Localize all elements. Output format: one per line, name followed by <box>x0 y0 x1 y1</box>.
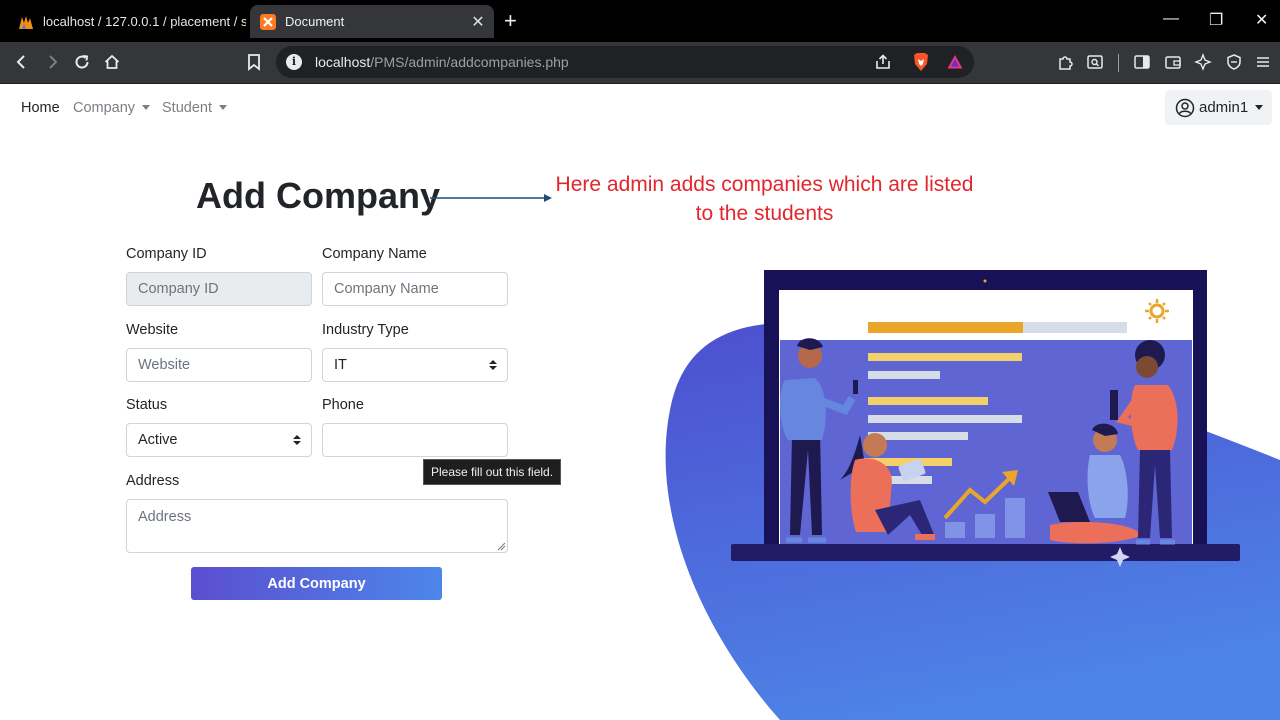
nav-company-dropdown[interactable]: Company <box>73 100 151 116</box>
nav-company-label: Company <box>73 100 136 116</box>
company-name-label: Company Name <box>322 246 427 262</box>
address-bar[interactable]: i localhost/PMS/admin/addcompanies.php <box>276 46 974 78</box>
brave-shields-icon[interactable] <box>912 52 930 77</box>
bookmark-icon[interactable] <box>242 50 266 74</box>
select-arrows-icon <box>489 360 497 370</box>
team-analytics-illustration <box>665 270 1280 720</box>
extensions-icon[interactable] <box>1054 50 1078 74</box>
company-id-label: Company ID <box>126 246 207 262</box>
forward-icon[interactable] <box>40 50 64 74</box>
leo-ai-icon[interactable] <box>1191 50 1215 74</box>
minimize-icon[interactable]: — <box>1163 10 1179 28</box>
url-text: localhost/PMS/admin/addcompanies.php <box>315 54 569 70</box>
tab-phpmyadmin[interactable]: localhost / 127.0.0.1 / placement / stu <box>8 5 246 38</box>
status-value: Active <box>138 432 178 448</box>
phone-label: Phone <box>322 397 364 413</box>
new-tab-icon[interactable]: + <box>504 9 517 33</box>
close-tab-icon[interactable]: ✕ <box>468 12 488 32</box>
brave-rewards-icon[interactable] <box>946 53 964 76</box>
select-arrows-icon <box>293 435 301 445</box>
nav-home-link[interactable]: Home <box>21 100 60 116</box>
tab-search-icon[interactable] <box>1083 50 1107 74</box>
home-icon[interactable] <box>100 50 124 74</box>
status-label: Status <box>126 397 168 413</box>
caret-down-icon <box>142 105 151 110</box>
back-icon[interactable] <box>10 50 34 74</box>
xampp-favicon-icon <box>260 13 276 30</box>
phpmyadmin-favicon-icon <box>19 15 33 29</box>
laptop-base <box>731 544 1240 561</box>
sidebar-icon[interactable] <box>1130 50 1154 74</box>
company-name-input[interactable] <box>322 272 508 306</box>
toolbar-divider <box>1118 54 1119 72</box>
tab-title: Document <box>285 14 345 29</box>
annotation-text: Here admin adds companies which are list… <box>555 173 974 225</box>
wallet-icon[interactable] <box>1161 50 1185 74</box>
menu-icon[interactable] <box>1251 50 1275 74</box>
browser-tab-strip: localhost / 127.0.0.1 / placement / stu … <box>0 0 1280 42</box>
validation-tooltip: Please fill out this field. <box>423 459 562 485</box>
website-input[interactable] <box>126 348 312 382</box>
nav-student-dropdown[interactable]: Student <box>162 100 227 116</box>
vpn-icon[interactable] <box>1222 50 1246 74</box>
annotation-arrow-icon <box>430 194 552 202</box>
address-label: Address <box>126 473 180 489</box>
nav-student-label: Student <box>162 100 212 116</box>
industry-type-value: IT <box>334 357 347 373</box>
close-window-icon[interactable]: ✕ <box>1255 10 1268 30</box>
address-textarea[interactable] <box>126 499 508 553</box>
caret-down-icon <box>219 105 227 110</box>
company-id-input[interactable] <box>126 272 312 306</box>
restore-icon[interactable]: ❐ <box>1209 10 1223 30</box>
user-circle-icon <box>1175 98 1195 117</box>
phone-input[interactable] <box>322 423 508 457</box>
tab-title: localhost / 127.0.0.1 / placement / stu <box>43 14 246 29</box>
reload-icon[interactable] <box>70 50 94 74</box>
share-icon[interactable] <box>874 53 892 76</box>
user-menu-button[interactable]: admin1 <box>1165 90 1272 125</box>
resize-handle-icon[interactable] <box>497 542 506 551</box>
tab-document[interactable]: Document ✕ <box>250 5 494 38</box>
page-title: Add Company <box>196 175 441 216</box>
industry-type-select[interactable]: IT <box>322 348 508 382</box>
user-name: admin1 <box>1199 99 1249 116</box>
add-company-button[interactable]: Add Company <box>191 567 442 600</box>
site-info-icon[interactable]: i <box>286 54 302 70</box>
caret-down-icon <box>1255 105 1264 110</box>
website-label: Website <box>126 322 179 338</box>
industry-type-label: Industry Type <box>322 322 409 338</box>
status-select[interactable]: Active <box>126 423 312 457</box>
